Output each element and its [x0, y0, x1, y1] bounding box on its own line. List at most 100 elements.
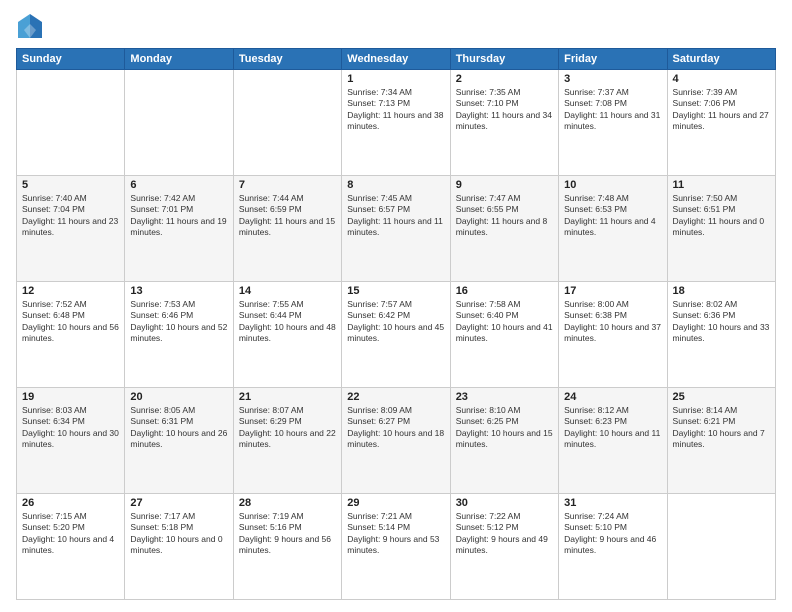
calendar-cell: 24 Sunrise: 8:12 AMSunset: 6:23 PMDaylig… [559, 388, 667, 494]
day-info: Sunrise: 7:19 AMSunset: 5:16 PMDaylight:… [239, 511, 336, 557]
calendar-cell: 29 Sunrise: 7:21 AMSunset: 5:14 PMDaylig… [342, 494, 450, 600]
day-number: 30 [456, 497, 553, 509]
calendar-cell: 1 Sunrise: 7:34 AMSunset: 7:13 PMDayligh… [342, 70, 450, 176]
calendar-day-header: Thursday [450, 49, 558, 70]
day-info: Sunrise: 7:21 AMSunset: 5:14 PMDaylight:… [347, 511, 444, 557]
calendar-cell [17, 70, 125, 176]
day-info: Sunrise: 8:10 AMSunset: 6:25 PMDaylight:… [456, 405, 553, 451]
calendar-cell: 4 Sunrise: 7:39 AMSunset: 7:06 PMDayligh… [667, 70, 775, 176]
calendar-day-header: Wednesday [342, 49, 450, 70]
day-info: Sunrise: 7:50 AMSunset: 6:51 PMDaylight:… [673, 193, 770, 239]
day-number: 6 [130, 179, 227, 191]
calendar-cell: 16 Sunrise: 7:58 AMSunset: 6:40 PMDaylig… [450, 282, 558, 388]
calendar-cell: 23 Sunrise: 8:10 AMSunset: 6:25 PMDaylig… [450, 388, 558, 494]
day-info: Sunrise: 7:55 AMSunset: 6:44 PMDaylight:… [239, 299, 336, 345]
day-info: Sunrise: 8:12 AMSunset: 6:23 PMDaylight:… [564, 405, 661, 451]
calendar-week-row: 19 Sunrise: 8:03 AMSunset: 6:34 PMDaylig… [17, 388, 776, 494]
calendar-cell: 15 Sunrise: 7:57 AMSunset: 6:42 PMDaylig… [342, 282, 450, 388]
day-number: 12 [22, 285, 119, 297]
calendar-cell: 19 Sunrise: 8:03 AMSunset: 6:34 PMDaylig… [17, 388, 125, 494]
calendar-cell: 25 Sunrise: 8:14 AMSunset: 6:21 PMDaylig… [667, 388, 775, 494]
calendar-header-row: SundayMondayTuesdayWednesdayThursdayFrid… [17, 49, 776, 70]
day-number: 9 [456, 179, 553, 191]
calendar-cell: 18 Sunrise: 8:02 AMSunset: 6:36 PMDaylig… [667, 282, 775, 388]
calendar-cell: 21 Sunrise: 8:07 AMSunset: 6:29 PMDaylig… [233, 388, 341, 494]
day-number: 18 [673, 285, 770, 297]
calendar-cell: 7 Sunrise: 7:44 AMSunset: 6:59 PMDayligh… [233, 176, 341, 282]
day-info: Sunrise: 7:40 AMSunset: 7:04 PMDaylight:… [22, 193, 119, 239]
day-info: Sunrise: 7:15 AMSunset: 5:20 PMDaylight:… [22, 511, 119, 557]
calendar-cell: 11 Sunrise: 7:50 AMSunset: 6:51 PMDaylig… [667, 176, 775, 282]
day-info: Sunrise: 8:14 AMSunset: 6:21 PMDaylight:… [673, 405, 770, 451]
day-number: 21 [239, 391, 336, 403]
day-info: Sunrise: 7:24 AMSunset: 5:10 PMDaylight:… [564, 511, 661, 557]
day-number: 5 [22, 179, 119, 191]
calendar-week-row: 12 Sunrise: 7:52 AMSunset: 6:48 PMDaylig… [17, 282, 776, 388]
day-info: Sunrise: 8:07 AMSunset: 6:29 PMDaylight:… [239, 405, 336, 451]
day-info: Sunrise: 7:42 AMSunset: 7:01 PMDaylight:… [130, 193, 227, 239]
calendar-cell: 17 Sunrise: 8:00 AMSunset: 6:38 PMDaylig… [559, 282, 667, 388]
calendar-cell: 30 Sunrise: 7:22 AMSunset: 5:12 PMDaylig… [450, 494, 558, 600]
calendar-cell: 3 Sunrise: 7:37 AMSunset: 7:08 PMDayligh… [559, 70, 667, 176]
day-number: 25 [673, 391, 770, 403]
calendar-day-header: Saturday [667, 49, 775, 70]
day-number: 26 [22, 497, 119, 509]
logo [16, 12, 48, 40]
calendar-cell: 12 Sunrise: 7:52 AMSunset: 6:48 PMDaylig… [17, 282, 125, 388]
day-info: Sunrise: 7:48 AMSunset: 6:53 PMDaylight:… [564, 193, 661, 239]
day-info: Sunrise: 8:02 AMSunset: 6:36 PMDaylight:… [673, 299, 770, 345]
day-number: 4 [673, 73, 770, 85]
day-info: Sunrise: 7:17 AMSunset: 5:18 PMDaylight:… [130, 511, 227, 557]
calendar-cell [667, 494, 775, 600]
day-info: Sunrise: 7:39 AMSunset: 7:06 PMDaylight:… [673, 87, 770, 133]
logo-icon [16, 12, 44, 40]
calendar-cell: 13 Sunrise: 7:53 AMSunset: 6:46 PMDaylig… [125, 282, 233, 388]
day-number: 24 [564, 391, 661, 403]
calendar-cell: 26 Sunrise: 7:15 AMSunset: 5:20 PMDaylig… [17, 494, 125, 600]
calendar-cell: 28 Sunrise: 7:19 AMSunset: 5:16 PMDaylig… [233, 494, 341, 600]
day-info: Sunrise: 7:53 AMSunset: 6:46 PMDaylight:… [130, 299, 227, 345]
day-info: Sunrise: 7:22 AMSunset: 5:12 PMDaylight:… [456, 511, 553, 557]
calendar-cell: 22 Sunrise: 8:09 AMSunset: 6:27 PMDaylig… [342, 388, 450, 494]
day-info: Sunrise: 7:35 AMSunset: 7:10 PMDaylight:… [456, 87, 553, 133]
day-number: 15 [347, 285, 444, 297]
day-info: Sunrise: 7:37 AMSunset: 7:08 PMDaylight:… [564, 87, 661, 133]
day-info: Sunrise: 7:57 AMSunset: 6:42 PMDaylight:… [347, 299, 444, 345]
calendar-day-header: Sunday [17, 49, 125, 70]
day-number: 13 [130, 285, 227, 297]
calendar-cell [125, 70, 233, 176]
day-number: 7 [239, 179, 336, 191]
day-number: 1 [347, 73, 444, 85]
day-number: 27 [130, 497, 227, 509]
day-number: 8 [347, 179, 444, 191]
day-number: 3 [564, 73, 661, 85]
calendar-day-header: Tuesday [233, 49, 341, 70]
day-info: Sunrise: 7:45 AMSunset: 6:57 PMDaylight:… [347, 193, 444, 239]
calendar-cell: 8 Sunrise: 7:45 AMSunset: 6:57 PMDayligh… [342, 176, 450, 282]
day-number: 22 [347, 391, 444, 403]
calendar-cell: 2 Sunrise: 7:35 AMSunset: 7:10 PMDayligh… [450, 70, 558, 176]
day-info: Sunrise: 7:44 AMSunset: 6:59 PMDaylight:… [239, 193, 336, 239]
day-number: 31 [564, 497, 661, 509]
day-number: 17 [564, 285, 661, 297]
calendar-cell: 14 Sunrise: 7:55 AMSunset: 6:44 PMDaylig… [233, 282, 341, 388]
calendar-table: SundayMondayTuesdayWednesdayThursdayFrid… [16, 48, 776, 600]
day-number: 20 [130, 391, 227, 403]
day-info: Sunrise: 8:03 AMSunset: 6:34 PMDaylight:… [22, 405, 119, 451]
day-info: Sunrise: 8:09 AMSunset: 6:27 PMDaylight:… [347, 405, 444, 451]
day-info: Sunrise: 8:05 AMSunset: 6:31 PMDaylight:… [130, 405, 227, 451]
day-info: Sunrise: 7:34 AMSunset: 7:13 PMDaylight:… [347, 87, 444, 133]
calendar-cell: 9 Sunrise: 7:47 AMSunset: 6:55 PMDayligh… [450, 176, 558, 282]
day-info: Sunrise: 7:52 AMSunset: 6:48 PMDaylight:… [22, 299, 119, 345]
day-info: Sunrise: 7:47 AMSunset: 6:55 PMDaylight:… [456, 193, 553, 239]
calendar-week-row: 5 Sunrise: 7:40 AMSunset: 7:04 PMDayligh… [17, 176, 776, 282]
calendar-cell: 20 Sunrise: 8:05 AMSunset: 6:31 PMDaylig… [125, 388, 233, 494]
page: SundayMondayTuesdayWednesdayThursdayFrid… [0, 0, 792, 612]
calendar-cell: 31 Sunrise: 7:24 AMSunset: 5:10 PMDaylig… [559, 494, 667, 600]
day-number: 29 [347, 497, 444, 509]
calendar-day-header: Friday [559, 49, 667, 70]
day-number: 14 [239, 285, 336, 297]
day-number: 23 [456, 391, 553, 403]
day-info: Sunrise: 7:58 AMSunset: 6:40 PMDaylight:… [456, 299, 553, 345]
day-number: 19 [22, 391, 119, 403]
